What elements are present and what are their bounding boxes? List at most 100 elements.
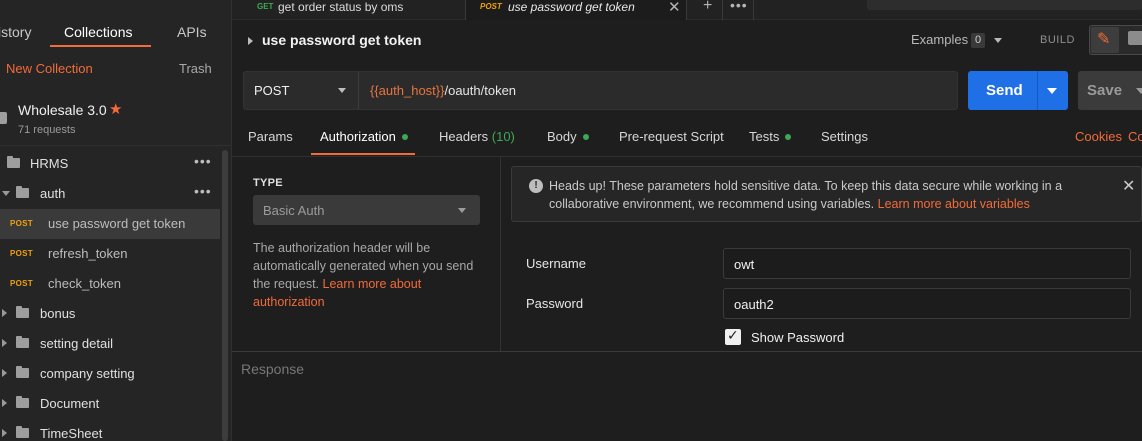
comment-icon[interactable] <box>1128 31 1142 45</box>
username-label: Username <box>526 256 586 271</box>
tab-settings[interactable]: Settings <box>821 129 868 144</box>
new-collection-button[interactable]: New Collection <box>6 61 93 76</box>
info-icon: ! <box>529 179 543 193</box>
tab-label: Body <box>547 129 577 144</box>
chevron-right-icon[interactable] <box>2 369 7 377</box>
chevron-right-icon[interactable] <box>248 37 253 45</box>
folder-hrms[interactable]: HRMS ••• <box>0 149 220 179</box>
show-password-label[interactable]: Show Password <box>751 330 844 345</box>
chevron-right-icon[interactable] <box>2 309 7 317</box>
status-dot <box>401 134 408 140</box>
password-field[interactable]: oauth2 <box>723 288 1131 319</box>
tab-authorization[interactable]: Authorization <box>320 129 408 144</box>
tab-headers[interactable]: Headers (10) <box>439 129 515 144</box>
examples-count-badge: 0 <box>971 33 985 48</box>
edit-button[interactable]: ✎ <box>1091 27 1119 53</box>
request-check-token[interactable]: POST check_token <box>0 269 220 299</box>
tab-params[interactable]: Params <box>248 129 293 144</box>
url-variable: {{auth_host}} <box>370 83 445 98</box>
folder-icon <box>16 186 29 198</box>
auth-type-label: TYPE <box>253 177 283 189</box>
url-bar: POST {{auth_host}}/oauth/token <box>243 71 958 110</box>
more-options-icon[interactable]: ••• <box>194 183 212 199</box>
method-badge: POST <box>480 2 502 11</box>
tab-separator <box>686 0 687 20</box>
chevron-down-icon[interactable] <box>994 38 1002 43</box>
folder-icon <box>16 336 29 348</box>
request-use-password-get-token[interactable]: POST use password get token <box>0 209 220 239</box>
tab-label: Headers <box>439 129 489 144</box>
folder-label: company setting <box>40 366 135 381</box>
method-badge: POST <box>10 279 33 288</box>
folder-label: bonus <box>40 306 76 321</box>
tab-history[interactable]: istory <box>0 24 31 40</box>
chevron-down-icon[interactable] <box>1047 88 1057 94</box>
learn-more-variables-link[interactable]: Learn more about variables <box>878 197 1030 211</box>
sidebar-tabs: istory Collections APIs <box>0 0 232 52</box>
code-link[interactable]: Co <box>1128 129 1142 144</box>
tab-label: Tests <box>749 129 780 144</box>
star-icon[interactable]: ★ <box>109 100 122 118</box>
trash-button[interactable]: Trash <box>179 61 212 76</box>
new-tab-button[interactable]: + <box>703 0 712 15</box>
tab-separator <box>722 0 723 20</box>
request-label: refresh_token <box>48 246 128 261</box>
more-options-icon[interactable]: ••• <box>194 153 212 169</box>
folder-setting-detail[interactable]: setting detail <box>0 329 220 359</box>
collection-header[interactable]: Wholesale 3.0 ★ 71 requests <box>0 90 232 146</box>
save-button[interactable]: Save <box>1078 71 1142 110</box>
send-button[interactable]: Send <box>968 71 1068 110</box>
heads-up-text: Heads up! These parameters hold sensitiv… <box>549 177 1109 213</box>
method-badge: GET <box>257 2 274 11</box>
heads-up-banner: ! Heads up! These parameters hold sensit… <box>511 166 1142 222</box>
method-badge: POST <box>10 249 33 258</box>
examples-button[interactable]: Examples <box>911 32 968 47</box>
folder-document[interactable]: Document <box>0 389 220 419</box>
method-select[interactable]: POST <box>244 72 359 109</box>
checkmark-icon: ✓ <box>727 327 739 343</box>
chevron-down-icon[interactable] <box>1136 88 1142 94</box>
sidebar-scrollbar[interactable] <box>222 150 228 441</box>
collection-request-count: 71 requests <box>18 124 76 136</box>
chevron-down-icon[interactable] <box>2 191 10 196</box>
folder-auth[interactable]: auth ••• <box>0 179 220 209</box>
collection-folder-icon <box>0 112 7 124</box>
chevron-down-icon <box>338 88 346 93</box>
tab-separator <box>753 0 754 20</box>
folder-company-setting[interactable]: company setting <box>0 359 220 389</box>
show-password-checkbox[interactable]: ✓ <box>725 327 741 345</box>
folder-label: Document <box>40 396 100 411</box>
close-icon[interactable]: ✕ <box>668 0 681 16</box>
tab-tests[interactable]: Tests <box>749 129 792 144</box>
chevron-right-icon[interactable] <box>2 429 7 437</box>
tab-body[interactable]: Body <box>547 129 589 144</box>
tab-collections[interactable]: Collections <box>64 24 132 40</box>
environment-selector[interactable] <box>867 0 1142 10</box>
cookies-link[interactable]: Cookies <box>1075 129 1122 144</box>
chevron-right-icon[interactable] <box>2 399 7 407</box>
folder-timesheet[interactable]: TimeSheet <box>0 419 220 441</box>
response-label: Response <box>241 361 305 377</box>
request-tab-use-password[interactable]: POST use password get token ✕ <box>466 0 686 20</box>
tab-title: use password get token <box>508 0 635 14</box>
folder-icon <box>16 396 29 408</box>
sidebar: istory Collections APIs New Collection T… <box>0 0 232 441</box>
sidebar-actions: New Collection Trash <box>0 60 232 80</box>
folder-bonus[interactable]: bonus <box>0 299 220 329</box>
auth-type-select[interactable]: Basic Auth <box>253 195 480 225</box>
url-input[interactable]: {{auth_host}}/oauth/token <box>370 83 516 98</box>
tab-pre-request-script[interactable]: Pre-request Script <box>619 129 724 144</box>
folder-icon <box>7 156 20 168</box>
pencil-icon: ✎ <box>1097 31 1111 48</box>
request-tab-get-order-status[interactable]: GET get order status by oms <box>246 0 464 20</box>
chevron-right-icon[interactable] <box>2 339 7 347</box>
request-refresh-token[interactable]: POST refresh_token <box>0 239 220 269</box>
username-field[interactable]: owt <box>723 248 1131 279</box>
divider <box>500 157 501 351</box>
request-tab-bar: GET get order status by oms POST use pas… <box>232 0 1142 20</box>
tab-apis[interactable]: APIs <box>177 24 207 40</box>
request-title[interactable]: use password get token <box>262 32 421 48</box>
close-icon[interactable]: ✕ <box>1122 176 1135 196</box>
tab-options-icon[interactable]: ••• <box>730 0 748 13</box>
response-divider[interactable] <box>232 351 1142 352</box>
